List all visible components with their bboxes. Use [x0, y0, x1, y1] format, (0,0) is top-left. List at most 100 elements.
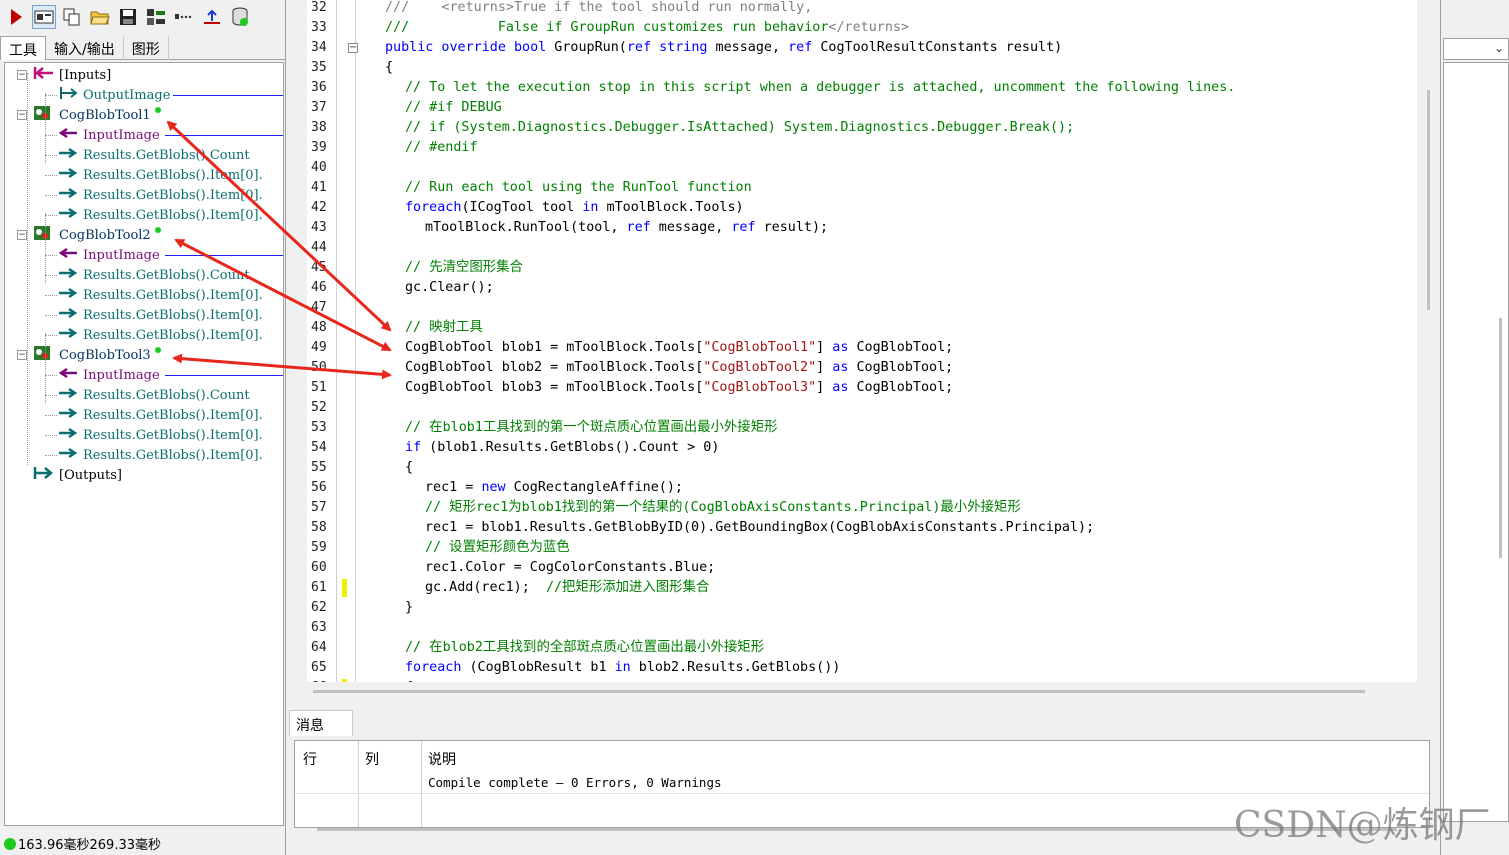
scrollbar-thumb[interactable]: [1499, 318, 1502, 558]
database-button[interactable]: [228, 5, 252, 29]
tree-terminal-node[interactable]: Results.GetBlobs().Item[0].: [57, 425, 263, 445]
dotted-line-button[interactable]: [172, 5, 196, 29]
tree-terminal-node[interactable]: InputImage: [57, 125, 160, 145]
scrollbar-thumb[interactable]: [1427, 90, 1430, 310]
tree-expander[interactable]: −: [17, 110, 27, 120]
code-line[interactable]: rec1.Color = CogColorConstants.Blue;: [425, 558, 715, 578]
code-line[interactable]: // #if DEBUG: [405, 98, 502, 118]
code-line[interactable]: rec1 = new CogRectangleAffine();: [425, 478, 683, 498]
code-line[interactable]: // 在blob1工具找到的第一个斑点质心位置画出最小外接矩形: [405, 418, 777, 438]
tree-expander[interactable]: −: [17, 70, 27, 80]
column-header-line[interactable]: 行: [303, 749, 317, 769]
code-line[interactable]: // 在blob2工具找到的全部斑点质心位置画出最小外接矩形: [405, 638, 764, 658]
code-token: (CogBlobResult b1: [461, 660, 615, 675]
code-token: CogToolResultConstants result): [812, 40, 1063, 55]
save-button[interactable]: [116, 5, 140, 29]
editor-horizontal-scrollbar[interactable]: [289, 682, 1417, 704]
tree-tool-node[interactable]: CogBlobTool2: [33, 225, 161, 245]
tree-terminal-node[interactable]: Results.GetBlobs().Count: [57, 385, 250, 405]
code-line[interactable]: foreach(ICogTool tool in mToolBlock.Tool…: [405, 198, 744, 218]
tree-expander[interactable]: −: [17, 230, 27, 240]
tree-terminal-node[interactable]: Results.GetBlobs().Item[0].: [57, 185, 263, 205]
code-text[interactable]: /// <returns>True if the tool should run…: [363, 0, 1423, 682]
tree-terminal-node[interactable]: Results.GetBlobs().Item[0].: [57, 165, 263, 185]
tree-tool-node[interactable]: CogBlobTool3: [33, 345, 161, 365]
line-number: 44: [311, 240, 327, 255]
code-line[interactable]: /// <returns>True if the tool should run…: [385, 0, 812, 18]
tool-status-dot: [154, 227, 161, 233]
column-header-description[interactable]: 说明: [428, 749, 456, 769]
code-line[interactable]: CogBlobTool blob3 = mToolBlock.Tools["Co…: [405, 378, 953, 398]
code-line[interactable]: // if (System.Diagnostics.Debugger.IsAtt…: [405, 118, 1074, 138]
code-line[interactable]: foreach (CogBlobResult b1 in blob2.Resul…: [405, 658, 840, 678]
tab-graphics[interactable]: 图形: [124, 36, 169, 60]
tree-terminal-node[interactable]: Results.GetBlobs().Count: [57, 145, 250, 165]
line-number: 36: [311, 80, 327, 95]
code-line[interactable]: {: [385, 58, 393, 78]
fold-toggle[interactable]: −: [348, 43, 358, 53]
code-line[interactable]: CogBlobTool blob1 = mToolBlock.Tools["Co…: [405, 338, 953, 358]
tree-terminal-node[interactable]: InputImage: [57, 365, 160, 385]
code-token: rec1.Color = CogColorConstants.Blue;: [425, 560, 716, 575]
editor-margin: [289, 0, 307, 682]
scrollbar-thumb[interactable]: [313, 690, 1365, 693]
member-dropdown[interactable]: ⌄: [1443, 38, 1509, 60]
tree-terminal-node[interactable]: [Outputs]: [33, 465, 122, 485]
compile-message[interactable]: Compile complete — 0 Errors, 0 Warnings: [428, 775, 722, 790]
code-line[interactable]: gc.Clear();: [405, 278, 494, 298]
tree-terminal-node[interactable]: [Inputs]: [33, 65, 111, 85]
code-line[interactable]: // #endif: [405, 138, 478, 158]
column-header-column[interactable]: 列: [365, 749, 379, 769]
code-token: CogBlobTool blob3 = mToolBlock.Tools[: [405, 380, 704, 395]
code-line[interactable]: mToolBlock.RunTool(tool, ref message, re…: [425, 218, 828, 238]
show-panel-button[interactable]: [32, 5, 56, 29]
code-line[interactable]: public override bool GroupRun(ref string…: [385, 38, 1062, 58]
code-token: message,: [650, 220, 732, 235]
code-line[interactable]: // 设置矩形颜色为蓝色: [425, 538, 570, 558]
play-icon: [11, 9, 22, 25]
tree-terminal-node[interactable]: Results.GetBlobs().Item[0].: [57, 325, 263, 345]
code-token: ref: [731, 220, 756, 235]
code-line[interactable]: }: [405, 598, 413, 618]
code-line[interactable]: CogBlobTool blob2 = mToolBlock.Tools["Co…: [405, 358, 953, 378]
code-line[interactable]: // Run each tool using the RunTool funct…: [405, 178, 752, 198]
code-token: // #endif: [405, 140, 478, 155]
open-button[interactable]: [88, 5, 112, 29]
code-line[interactable]: if (blob1.Results.GetBlobs().Count > 0): [405, 438, 719, 458]
tree-terminal-node[interactable]: Results.GetBlobs().Item[0].: [57, 405, 263, 425]
tree-terminal-node[interactable]: Results.GetBlobs().Item[0].: [57, 285, 263, 305]
code-token: // Run each tool using the RunTool funct…: [405, 180, 752, 195]
code-line[interactable]: // 先清空图形集合: [405, 258, 523, 278]
tree-connector: [45, 335, 57, 336]
tree-connector: [45, 135, 57, 136]
code-line[interactable]: {: [405, 458, 413, 478]
tree-terminal-node[interactable]: Results.GetBlobs().Count: [57, 265, 250, 285]
tree-terminal-node[interactable]: Results.GetBlobs().Item[0].: [57, 205, 263, 225]
code-line[interactable]: /// False if GroupRun customizes run beh…: [385, 18, 909, 38]
tree-terminal-node[interactable]: Results.GetBlobs().Item[0].: [57, 305, 263, 325]
code-editor[interactable]: 32 33 34 35 36 37 38 39 40 41 42 43 44 45 46 47 48 49 50 51…: [289, 0, 1439, 704]
tab-messages[interactable]: 消息: [289, 710, 353, 736]
tree-tool-node[interactable]: CogBlobTool1: [33, 105, 161, 125]
tree-terminal-node[interactable]: InputImage: [57, 245, 160, 265]
tab-tools[interactable]: 工具: [0, 36, 46, 60]
copy-button[interactable]: [60, 5, 84, 29]
editor-vertical-scrollbar[interactable]: [1417, 0, 1439, 704]
tree-terminal-node[interactable]: Results.GetBlobs().Item[0].: [57, 445, 263, 465]
tree-node-label: Results.GetBlobs().Item[0].: [83, 207, 263, 223]
tree-expander[interactable]: −: [17, 350, 27, 360]
code-token: new: [481, 480, 506, 495]
tab-input-output[interactable]: 输入/输出: [46, 36, 124, 60]
line-number: 57: [311, 500, 327, 515]
code-line[interactable]: rec1 = blob1.Results.GetBlobByID(0).GetB…: [425, 518, 1094, 538]
tool-settings-button[interactable]: [144, 5, 168, 29]
code-line[interactable]: // 映射工具: [405, 318, 483, 338]
code-line[interactable]: // 矩形rec1为blob1找到的第一个结果的(CogBlobAxisCons…: [425, 498, 1021, 518]
blob-tool-icon: [33, 104, 55, 126]
import-button[interactable]: [200, 5, 224, 29]
tree-connector: [45, 295, 57, 296]
tree-terminal-node[interactable]: OutputImage: [57, 85, 170, 105]
code-line[interactable]: gc.Add(rec1); //把矩形添加进入图形集合: [425, 578, 709, 598]
code-line[interactable]: // To let the execution stop in this scr…: [405, 78, 1235, 98]
run-button[interactable]: [4, 5, 28, 29]
